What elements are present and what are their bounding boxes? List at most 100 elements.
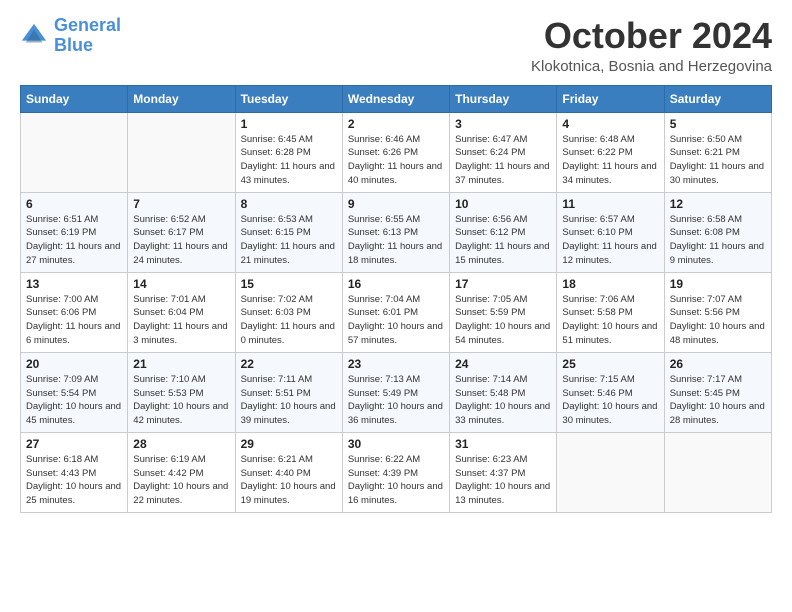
day-cell: 7 Sunrise: 6:52 AM Sunset: 6:17 PM Dayli… xyxy=(128,192,235,272)
weekday-header-row: SundayMondayTuesdayWednesdayThursdayFrid… xyxy=(21,85,772,112)
day-info: Sunrise: 7:04 AM Sunset: 6:01 PM Dayligh… xyxy=(348,293,444,348)
day-cell: 13 Sunrise: 7:00 AM Sunset: 6:06 PM Dayl… xyxy=(21,272,128,352)
day-info: Sunrise: 7:14 AM Sunset: 5:48 PM Dayligh… xyxy=(455,373,551,428)
day-number: 1 xyxy=(241,117,337,131)
day-info: Sunrise: 7:06 AM Sunset: 5:58 PM Dayligh… xyxy=(562,293,658,348)
logo: General Blue xyxy=(20,16,121,56)
logo-icon xyxy=(20,22,48,50)
day-number: 17 xyxy=(455,277,551,291)
logo-text: General Blue xyxy=(54,16,121,56)
day-number: 29 xyxy=(241,437,337,451)
day-number: 8 xyxy=(241,197,337,211)
day-number: 25 xyxy=(562,357,658,371)
day-info: Sunrise: 6:47 AM Sunset: 6:24 PM Dayligh… xyxy=(455,133,551,188)
day-number: 16 xyxy=(348,277,444,291)
day-info: Sunrise: 7:05 AM Sunset: 5:59 PM Dayligh… xyxy=(455,293,551,348)
day-number: 19 xyxy=(670,277,766,291)
day-info: Sunrise: 7:13 AM Sunset: 5:49 PM Dayligh… xyxy=(348,373,444,428)
location: Klokotnica, Bosnia and Herzegovina xyxy=(531,58,772,75)
weekday-header-wednesday: Wednesday xyxy=(342,85,449,112)
week-row-1: 1 Sunrise: 6:45 AM Sunset: 6:28 PM Dayli… xyxy=(21,112,772,192)
day-info: Sunrise: 6:48 AM Sunset: 6:22 PM Dayligh… xyxy=(562,133,658,188)
day-number: 11 xyxy=(562,197,658,211)
day-cell: 8 Sunrise: 6:53 AM Sunset: 6:15 PM Dayli… xyxy=(235,192,342,272)
weekday-header-thursday: Thursday xyxy=(450,85,557,112)
day-info: Sunrise: 7:01 AM Sunset: 6:04 PM Dayligh… xyxy=(133,293,229,348)
page: General Blue October 2024 Klokotnica, Bo… xyxy=(0,0,792,612)
day-cell: 26 Sunrise: 7:17 AM Sunset: 5:45 PM Dayl… xyxy=(664,352,771,432)
day-cell xyxy=(557,432,664,512)
day-cell: 20 Sunrise: 7:09 AM Sunset: 5:54 PM Dayl… xyxy=(21,352,128,432)
day-cell: 28 Sunrise: 6:19 AM Sunset: 4:42 PM Dayl… xyxy=(128,432,235,512)
day-cell: 11 Sunrise: 6:57 AM Sunset: 6:10 PM Dayl… xyxy=(557,192,664,272)
day-cell: 6 Sunrise: 6:51 AM Sunset: 6:19 PM Dayli… xyxy=(21,192,128,272)
day-number: 26 xyxy=(670,357,766,371)
weekday-header-sunday: Sunday xyxy=(21,85,128,112)
day-cell: 31 Sunrise: 6:23 AM Sunset: 4:37 PM Dayl… xyxy=(450,432,557,512)
day-number: 15 xyxy=(241,277,337,291)
day-info: Sunrise: 6:51 AM Sunset: 6:19 PM Dayligh… xyxy=(26,213,122,268)
day-number: 18 xyxy=(562,277,658,291)
calendar: SundayMondayTuesdayWednesdayThursdayFrid… xyxy=(20,85,772,513)
day-info: Sunrise: 6:19 AM Sunset: 4:42 PM Dayligh… xyxy=(133,453,229,508)
day-cell: 27 Sunrise: 6:18 AM Sunset: 4:43 PM Dayl… xyxy=(21,432,128,512)
day-number: 14 xyxy=(133,277,229,291)
day-info: Sunrise: 7:09 AM Sunset: 5:54 PM Dayligh… xyxy=(26,373,122,428)
day-number: 30 xyxy=(348,437,444,451)
day-info: Sunrise: 6:22 AM Sunset: 4:39 PM Dayligh… xyxy=(348,453,444,508)
weekday-header-friday: Friday xyxy=(557,85,664,112)
day-number: 27 xyxy=(26,437,122,451)
day-info: Sunrise: 6:45 AM Sunset: 6:28 PM Dayligh… xyxy=(241,133,337,188)
title-block: October 2024 Klokotnica, Bosnia and Herz… xyxy=(531,16,772,75)
day-cell: 15 Sunrise: 7:02 AM Sunset: 6:03 PM Dayl… xyxy=(235,272,342,352)
weekday-header-tuesday: Tuesday xyxy=(235,85,342,112)
day-cell: 19 Sunrise: 7:07 AM Sunset: 5:56 PM Dayl… xyxy=(664,272,771,352)
day-number: 2 xyxy=(348,117,444,131)
day-info: Sunrise: 6:18 AM Sunset: 4:43 PM Dayligh… xyxy=(26,453,122,508)
day-number: 10 xyxy=(455,197,551,211)
day-number: 20 xyxy=(26,357,122,371)
week-row-2: 6 Sunrise: 6:51 AM Sunset: 6:19 PM Dayli… xyxy=(21,192,772,272)
day-cell: 30 Sunrise: 6:22 AM Sunset: 4:39 PM Dayl… xyxy=(342,432,449,512)
day-cell: 4 Sunrise: 6:48 AM Sunset: 6:22 PM Dayli… xyxy=(557,112,664,192)
day-number: 22 xyxy=(241,357,337,371)
day-info: Sunrise: 7:10 AM Sunset: 5:53 PM Dayligh… xyxy=(133,373,229,428)
day-cell: 16 Sunrise: 7:04 AM Sunset: 6:01 PM Dayl… xyxy=(342,272,449,352)
day-cell: 22 Sunrise: 7:11 AM Sunset: 5:51 PM Dayl… xyxy=(235,352,342,432)
day-number: 12 xyxy=(670,197,766,211)
day-number: 24 xyxy=(455,357,551,371)
day-number: 21 xyxy=(133,357,229,371)
day-number: 28 xyxy=(133,437,229,451)
day-cell: 18 Sunrise: 7:06 AM Sunset: 5:58 PM Dayl… xyxy=(557,272,664,352)
day-info: Sunrise: 6:58 AM Sunset: 6:08 PM Dayligh… xyxy=(670,213,766,268)
day-cell: 2 Sunrise: 6:46 AM Sunset: 6:26 PM Dayli… xyxy=(342,112,449,192)
day-number: 23 xyxy=(348,357,444,371)
day-cell: 24 Sunrise: 7:14 AM Sunset: 5:48 PM Dayl… xyxy=(450,352,557,432)
day-info: Sunrise: 6:56 AM Sunset: 6:12 PM Dayligh… xyxy=(455,213,551,268)
day-number: 13 xyxy=(26,277,122,291)
week-row-5: 27 Sunrise: 6:18 AM Sunset: 4:43 PM Dayl… xyxy=(21,432,772,512)
day-cell: 10 Sunrise: 6:56 AM Sunset: 6:12 PM Dayl… xyxy=(450,192,557,272)
month-title: October 2024 xyxy=(531,16,772,56)
day-cell: 14 Sunrise: 7:01 AM Sunset: 6:04 PM Dayl… xyxy=(128,272,235,352)
day-info: Sunrise: 7:11 AM Sunset: 5:51 PM Dayligh… xyxy=(241,373,337,428)
day-cell xyxy=(664,432,771,512)
weekday-header-monday: Monday xyxy=(128,85,235,112)
day-number: 6 xyxy=(26,197,122,211)
day-cell: 21 Sunrise: 7:10 AM Sunset: 5:53 PM Dayl… xyxy=(128,352,235,432)
day-info: Sunrise: 6:50 AM Sunset: 6:21 PM Dayligh… xyxy=(670,133,766,188)
day-cell: 5 Sunrise: 6:50 AM Sunset: 6:21 PM Dayli… xyxy=(664,112,771,192)
day-info: Sunrise: 6:52 AM Sunset: 6:17 PM Dayligh… xyxy=(133,213,229,268)
day-cell: 9 Sunrise: 6:55 AM Sunset: 6:13 PM Dayli… xyxy=(342,192,449,272)
day-number: 31 xyxy=(455,437,551,451)
day-number: 3 xyxy=(455,117,551,131)
day-cell: 12 Sunrise: 6:58 AM Sunset: 6:08 PM Dayl… xyxy=(664,192,771,272)
week-row-3: 13 Sunrise: 7:00 AM Sunset: 6:06 PM Dayl… xyxy=(21,272,772,352)
day-info: Sunrise: 7:15 AM Sunset: 5:46 PM Dayligh… xyxy=(562,373,658,428)
day-info: Sunrise: 6:55 AM Sunset: 6:13 PM Dayligh… xyxy=(348,213,444,268)
day-info: Sunrise: 6:53 AM Sunset: 6:15 PM Dayligh… xyxy=(241,213,337,268)
day-info: Sunrise: 7:17 AM Sunset: 5:45 PM Dayligh… xyxy=(670,373,766,428)
day-info: Sunrise: 7:07 AM Sunset: 5:56 PM Dayligh… xyxy=(670,293,766,348)
week-row-4: 20 Sunrise: 7:09 AM Sunset: 5:54 PM Dayl… xyxy=(21,352,772,432)
day-number: 9 xyxy=(348,197,444,211)
